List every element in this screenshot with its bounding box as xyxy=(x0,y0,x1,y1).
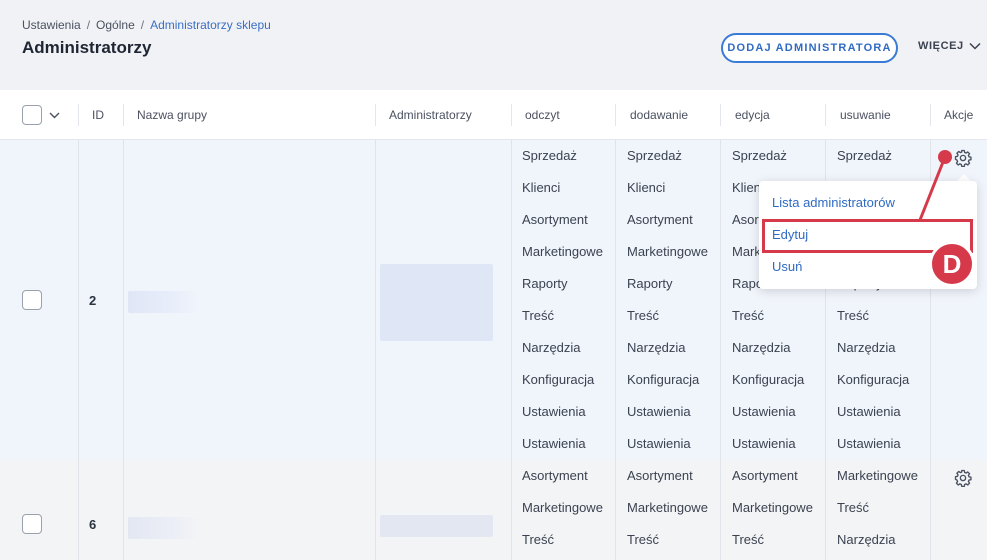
callout-dot xyxy=(938,150,952,164)
annotation-badge: D xyxy=(929,241,975,287)
callout-line xyxy=(918,156,947,221)
